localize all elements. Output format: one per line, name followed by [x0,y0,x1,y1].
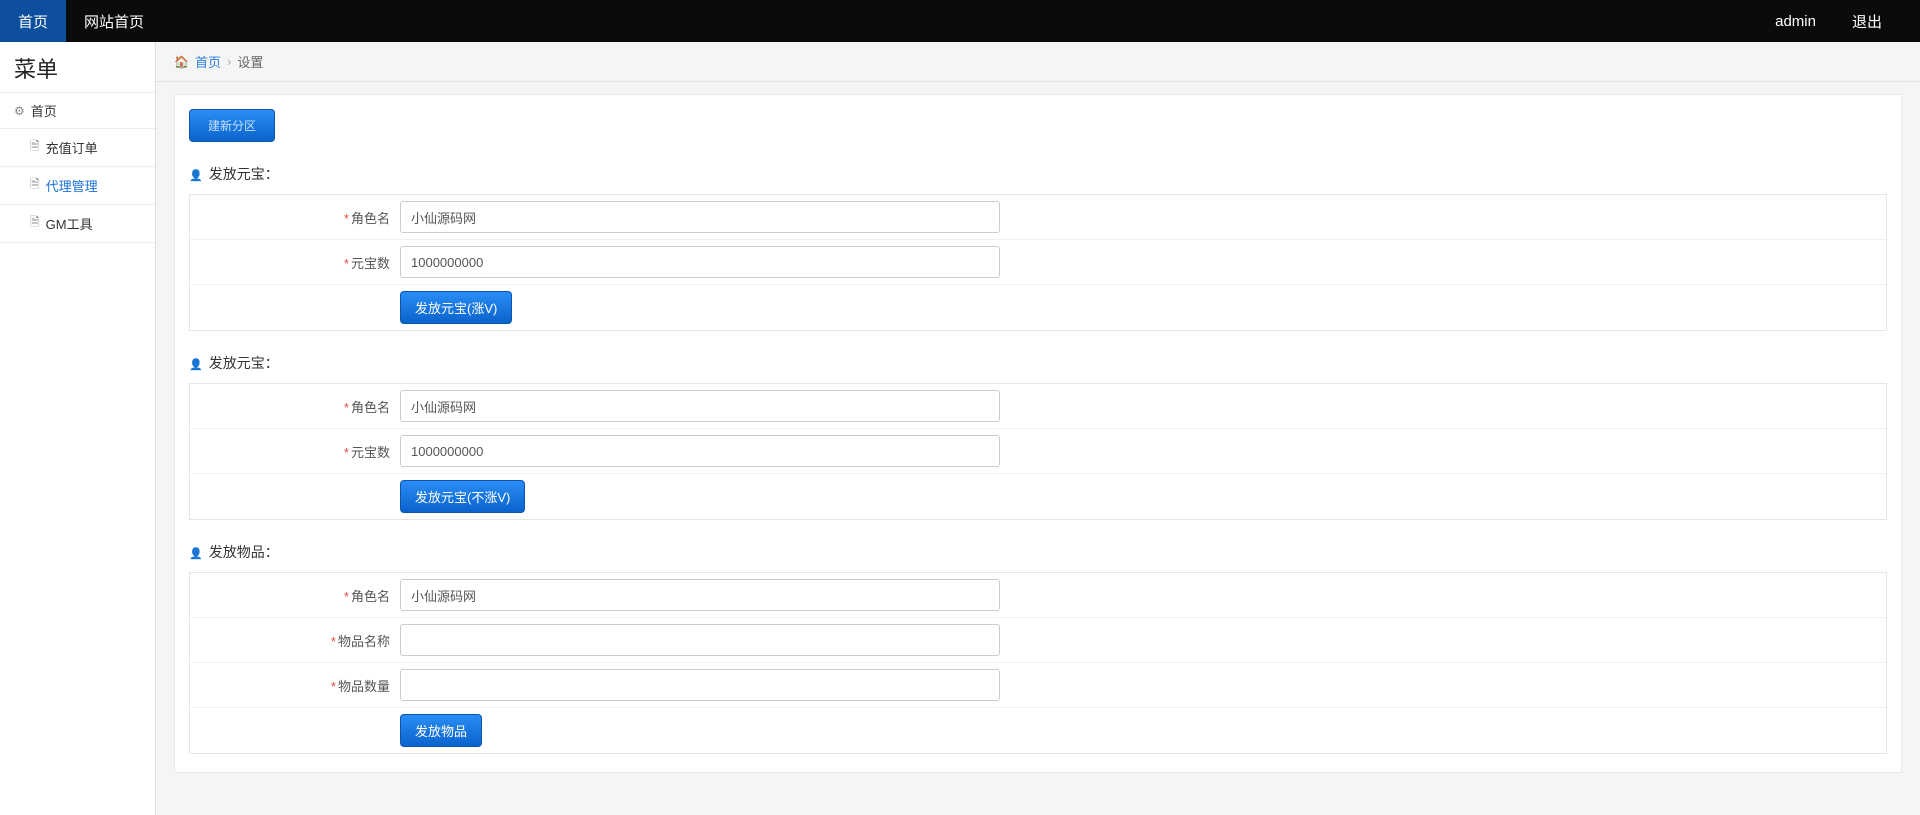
itemname-input[interactable] [400,624,1000,656]
nav-user[interactable]: admin [1757,0,1834,42]
section-title: 发放元宝： [189,353,1887,373]
sidebar-root-home[interactable]: 首页 [0,93,155,129]
sidebar-item-label: 充值订单 [46,138,98,157]
form-label: *物品数量 [190,676,400,695]
rolename-input-1[interactable] [400,201,1000,233]
form-row-submit: 发放元宝(涨V) [190,285,1886,330]
form-row-submit: 发放元宝(不涨V) [190,474,1886,519]
sidebar: 菜单 首页 充值订单 代理管理 GM工具 [0,42,156,815]
form-row-itemqty: *物品数量 [190,663,1886,708]
form-label: *元宝数 [190,442,400,461]
yuanbao-input-2[interactable] [400,435,1000,467]
sidebar-title: 菜单 [0,42,155,93]
form-box: *角色名 *元宝数 发放元宝(涨V) [189,194,1887,331]
nav-home[interactable]: 首页 [0,0,66,42]
form-row-rolename: *角色名 [190,195,1886,240]
form-label: *角色名 [190,397,400,416]
navbar-right: admin 退出 [1757,0,1920,42]
file-icon [30,137,40,158]
navbar-left: 首页 网站首页 [0,0,162,42]
form-row-yuanbao: *元宝数 [190,429,1886,474]
itemqty-input[interactable] [400,669,1000,701]
form-label: *元宝数 [190,253,400,272]
form-label: *角色名 [190,208,400,227]
new-partition-button[interactable]: 建新分区 [189,109,275,142]
nav-logout[interactable]: 退出 [1834,0,1900,42]
dispatch-yuanbao-v-button[interactable]: 发放元宝(涨V) [400,291,512,324]
sidebar-root-label: 首页 [31,101,57,120]
form-row-rolename: *角色名 [190,573,1886,618]
form-row-rolename: *角色名 [190,384,1886,429]
form-box: *角色名 *物品名称 *物品数量 发放物品 [189,572,1887,754]
file-icon [30,175,40,196]
home-icon [174,54,189,69]
sidebar-item-recharge[interactable]: 充值订单 [0,129,155,167]
sidebar-item-label: 代理管理 [46,176,98,195]
rolename-input-2[interactable] [400,390,1000,422]
section-title: 发放元宝： [189,164,1887,184]
dispatch-yuanbao-nov-button[interactable]: 发放元宝(不涨V) [400,480,525,513]
user-icon [189,355,203,371]
main-area: 首页 › 设置 建新分区 发放元宝： *角色名 *元宝数 [156,42,1920,815]
sidebar-item-agent[interactable]: 代理管理 [0,167,155,205]
rolename-input-3[interactable] [400,579,1000,611]
breadcrumb-home-link[interactable]: 首页 [195,52,221,71]
section-title: 发放物品： [189,542,1887,562]
form-box: *角色名 *元宝数 发放元宝(不涨V) [189,383,1887,520]
section-dispatch-yuanbao-2: 发放元宝： *角色名 *元宝数 发放元宝(不涨V) [175,353,1901,520]
section-dispatch-yuanbao-1: 发放元宝： *角色名 *元宝数 发放元宝(涨V) [175,164,1901,331]
yuanbao-input-1[interactable] [400,246,1000,278]
dispatch-item-button[interactable]: 发放物品 [400,714,482,747]
sidebar-item-gmtool[interactable]: GM工具 [0,205,155,243]
top-navbar: 首页 网站首页 admin 退出 [0,0,1920,42]
sidebar-item-label: GM工具 [46,214,93,233]
file-icon [30,213,40,234]
form-row-submit: 发放物品 [190,708,1886,753]
breadcrumb: 首页 › 设置 [156,42,1920,82]
breadcrumb-sep: › [227,54,231,69]
user-icon [189,166,203,182]
form-label: *角色名 [190,586,400,605]
nav-site-home[interactable]: 网站首页 [66,0,162,42]
breadcrumb-current: 设置 [237,52,263,71]
form-row-itemname: *物品名称 [190,618,1886,663]
content-panel: 建新分区 发放元宝： *角色名 *元宝数 [174,94,1902,773]
gear-icon [14,103,25,118]
form-label: *物品名称 [190,631,400,650]
user-icon [189,544,203,560]
form-row-yuanbao: *元宝数 [190,240,1886,285]
section-dispatch-item: 发放物品： *角色名 *物品名称 *物品数量 [175,542,1901,754]
